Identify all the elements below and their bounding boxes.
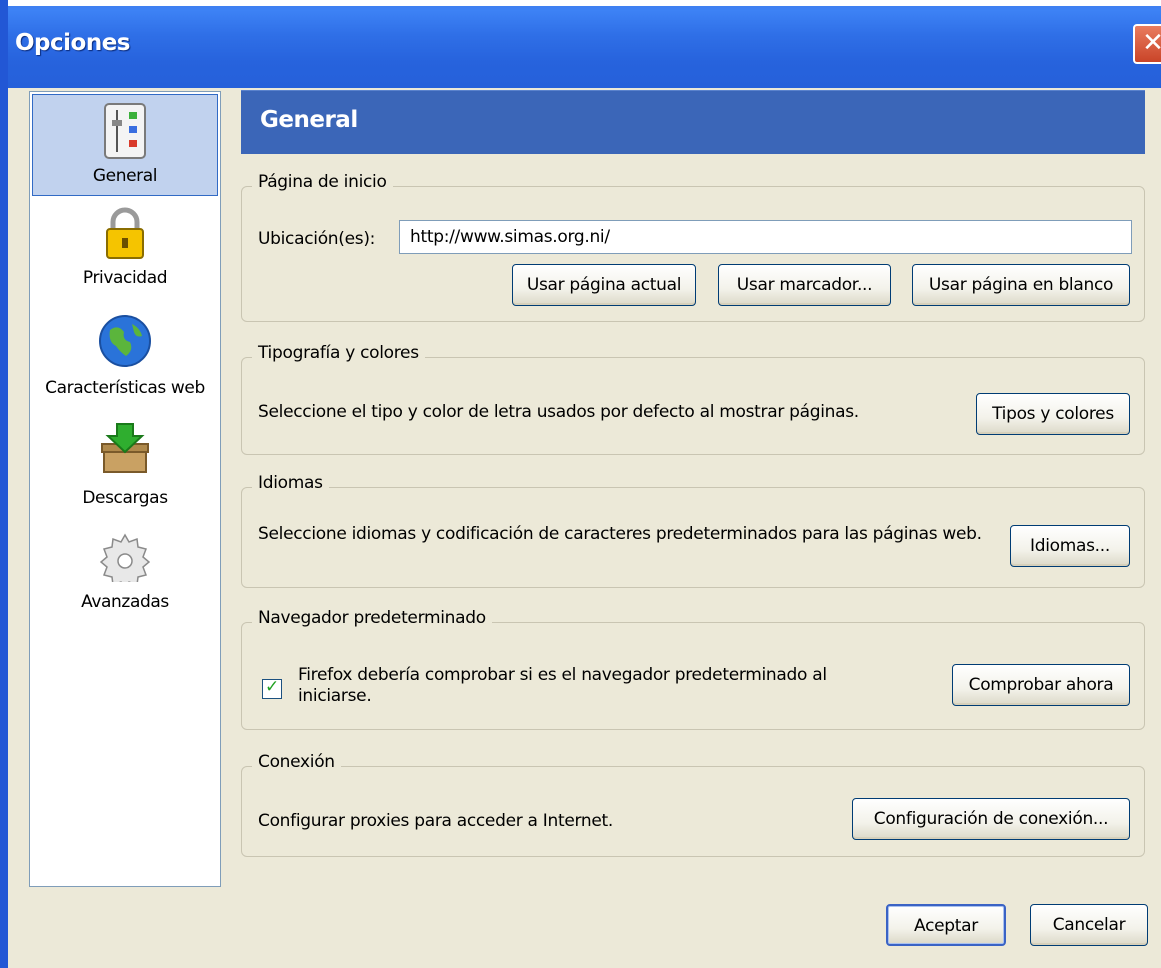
use-blank-page-button[interactable]: Usar página en blanco xyxy=(912,264,1130,306)
window-title: Opciones xyxy=(15,30,131,56)
download-box-icon xyxy=(101,423,149,473)
fonts-description: Seleccione el tipo y color de letra usad… xyxy=(258,402,859,422)
connection-group: Conexión Configurar proxies para acceder… xyxy=(241,752,1145,857)
connection-description: Configurar proxies para acceder a Intern… xyxy=(258,811,613,831)
group-legend: Tipografía y colores xyxy=(252,343,425,363)
accept-button[interactable]: Aceptar xyxy=(886,904,1006,946)
group-legend: Idiomas xyxy=(252,473,329,493)
sidebar-item-label: Características web xyxy=(45,378,205,398)
languages-description: Seleccione idiomas y codificación de car… xyxy=(258,524,982,544)
group-legend: Página de inicio xyxy=(252,172,393,192)
cancel-button[interactable]: Cancelar xyxy=(1030,904,1148,946)
sidebar-item-label: Privacidad xyxy=(82,268,168,288)
sidebar-item-avanzadas[interactable]: Avanzadas xyxy=(32,532,218,628)
globe-icon xyxy=(99,315,151,367)
group-legend: Conexión xyxy=(252,752,341,772)
homepage-location-input[interactable]: http://www.simas.org.ni/ xyxy=(399,220,1132,254)
category-sidebar: General Privacidad Características web D… xyxy=(29,91,221,887)
connection-settings-button[interactable]: Configuración de conexión... xyxy=(852,798,1130,840)
padlock-icon xyxy=(106,207,144,259)
title-bar-edge xyxy=(0,0,1161,6)
default-browser-group: Navegador predeterminado ✓ Firefox deber… xyxy=(241,608,1145,730)
languages-group: Idiomas Seleccione idiomas y codificació… xyxy=(241,473,1145,588)
close-icon[interactable]: ✕ xyxy=(1133,24,1161,64)
default-browser-checkbox-label[interactable]: Firefox debería comprobar si es el naveg… xyxy=(298,665,898,707)
sidebar-item-general[interactable]: General xyxy=(32,94,218,196)
window-border xyxy=(0,0,8,968)
languages-button[interactable]: Idiomas... xyxy=(1010,525,1130,567)
location-label: Ubicación(es): xyxy=(258,229,376,249)
options-dialog: Opciones ✕ General Privacidad Caracterís… xyxy=(0,0,1161,968)
sidebar-item-descargas[interactable]: Descargas xyxy=(32,422,218,520)
panel-header: General xyxy=(241,90,1145,154)
sidebar-item-label: Avanzadas xyxy=(81,592,169,612)
use-bookmark-button[interactable]: Usar marcador... xyxy=(718,264,891,306)
use-current-page-button[interactable]: Usar página actual xyxy=(512,264,696,306)
sidebar-item-privacidad[interactable]: Privacidad xyxy=(32,206,218,304)
sidebar-item-label: General xyxy=(92,166,158,186)
sidebar-item-caracteristicas-web[interactable]: Características web xyxy=(32,314,218,410)
checkmark-icon: ✓ xyxy=(265,677,280,697)
default-browser-checkbox[interactable]: ✓ xyxy=(262,677,282,699)
sliders-icon xyxy=(104,103,146,159)
sidebar-item-label: Descargas xyxy=(82,488,168,508)
title-bar[interactable]: Opciones ✕ xyxy=(0,0,1161,88)
fonts-colors-group: Tipografía y colores Seleccione el tipo … xyxy=(241,343,1145,455)
gear-icon xyxy=(100,533,150,582)
panel-title: General xyxy=(260,107,358,133)
fonts-colors-button[interactable]: Tipos y colores xyxy=(976,393,1130,435)
check-now-button[interactable]: Comprobar ahora xyxy=(952,664,1130,706)
homepage-group: Página de inicio Ubicación(es): http://w… xyxy=(241,172,1145,322)
group-legend: Navegador predeterminado xyxy=(252,608,492,628)
